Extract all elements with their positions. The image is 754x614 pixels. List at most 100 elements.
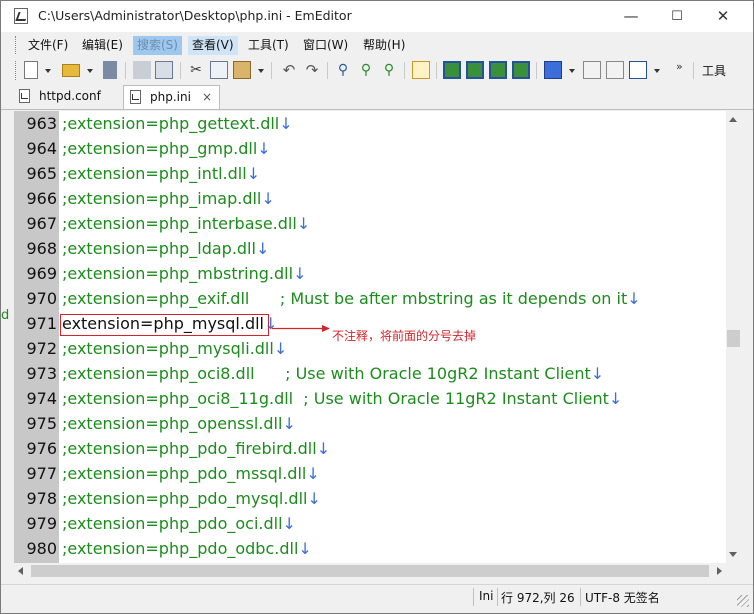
toolbar-export-icon[interactable] [512, 61, 530, 79]
line-text[interactable]: ;extension=php_pdo_odbc.dll↓ [62, 536, 312, 561]
menu-window[interactable]: 窗口(W) [299, 36, 352, 55]
macro-dropdown-icon[interactable] [569, 69, 575, 73]
undo-icon[interactable]: ↶ [280, 61, 298, 79]
menu-tools[interactable]: 工具(T) [244, 36, 293, 55]
paste-dropdown-icon[interactable] [258, 69, 264, 73]
minimize-button[interactable]: — [608, 1, 654, 32]
toolbar-overflow-icon[interactable]: » [676, 60, 683, 73]
menu-edit[interactable]: 编辑(E) [78, 36, 127, 55]
find-icon[interactable]: ⚲ [334, 61, 352, 79]
editor-line[interactable]: 980 ;extension=php_pdo_odbc.dll↓ [14, 536, 726, 561]
find-previous-icon[interactable]: ⚲ [380, 61, 398, 79]
status-file-mode[interactable]: Ini [479, 589, 493, 603]
line-text[interactable]: ;extension=php_intl.dll↓ [62, 161, 260, 186]
window-dropdown-icon[interactable] [654, 69, 660, 73]
menu-view[interactable]: 查看(V) [188, 36, 238, 55]
editor-line[interactable]: 977 ;extension=php_pdo_mssql.dll↓ [14, 461, 726, 486]
vertical-scrollbar[interactable] [726, 111, 741, 563]
editor-line[interactable]: 975 ;extension=php_openssl.dll↓ [14, 411, 726, 436]
editor-line[interactable]: 966 ;extension=php_imap.dll↓ [14, 186, 726, 211]
line-text[interactable]: ;extension=php_exif.dll ; Must be after … [62, 286, 641, 311]
open-folder-icon[interactable] [62, 64, 80, 77]
title-bar[interactable]: C:\Users\Administrator\Desktop\php.ini -… [1, 1, 753, 32]
record-macro-icon[interactable] [583, 61, 601, 79]
line-text[interactable]: ;extension=php_imap.dll↓ [62, 186, 275, 211]
run-macro-icon[interactable] [606, 61, 624, 79]
editor-line[interactable]: 974 ;extension=php_oci8_11g.dll ; Use wit… [14, 386, 726, 411]
save-icon[interactable] [103, 61, 117, 79]
paste-icon[interactable] [233, 61, 251, 79]
line-number: 979 [26, 514, 57, 533]
line-end-mark-icon: ↓ [293, 264, 307, 283]
editor-line[interactable]: 967 ;extension=php_interbase.dll↓ [14, 211, 726, 236]
editor-line[interactable]: 963 ;extension=php_gettext.dll↓ [14, 111, 726, 136]
scroll-down-icon[interactable] [729, 552, 737, 557]
line-text[interactable]: ;extension=php_interbase.dll↓ [62, 211, 310, 236]
maximize-button[interactable]: ☐ [654, 1, 700, 32]
line-text[interactable]: ;extension=php_ldap.dll↓ [62, 236, 269, 261]
editor-line[interactable]: 979 ;extension=php_pdo_oci.dll↓ [14, 511, 726, 536]
status-cursor-position[interactable]: 行 972,列 26 [501, 589, 575, 606]
editor-line[interactable]: 964 ;extension=php_gmp.dll↓ [14, 136, 726, 161]
editor-line[interactable]: 970 ;extension=php_exif.dll ; Must be aft… [14, 286, 726, 311]
toolbar-sync-icon[interactable] [489, 61, 507, 79]
line-end-mark-icon: ↓ [279, 114, 293, 133]
line-text[interactable]: ;extension=php_gettext.dll↓ [62, 111, 293, 136]
line-end-mark-icon: ↓ [298, 539, 312, 558]
editor-line[interactable]: 965 ;extension=php_intl.dll↓ [14, 161, 726, 186]
tools-toolbar-label[interactable]: 工具 [702, 62, 726, 79]
status-encoding[interactable]: UTF-8 无签名 [585, 589, 660, 606]
tab-php-ini[interactable]: php.ini × [123, 85, 220, 109]
toolbar-green-icon[interactable] [443, 61, 461, 79]
line-text[interactable]: ;extension=php_pdo_firebird.dll↓ [62, 436, 330, 461]
line-text[interactable]: ;extension=php_openssl.dll↓ [62, 411, 296, 436]
toolbar-grip[interactable] [15, 61, 19, 80]
line-end-mark-icon: ↓ [257, 139, 271, 158]
menu-search[interactable]: 搜索(S) [133, 36, 182, 55]
vertical-scroll-thumb[interactable] [727, 330, 740, 347]
horizontal-scrollbar[interactable] [14, 563, 726, 579]
copy-icon[interactable] [210, 61, 228, 79]
line-text[interactable]: ;extension=php_pdo_mssql.dll↓ [62, 461, 320, 486]
print-preview-icon[interactable] [155, 61, 173, 79]
cut-icon[interactable]: ✂ [187, 61, 205, 79]
scroll-up-icon[interactable] [729, 117, 737, 122]
line-text[interactable]: ;extension=php_oci8.dll ; Use with Oracl… [62, 361, 604, 386]
find-next-icon[interactable]: ⚲ [357, 61, 375, 79]
menu-help[interactable]: 帮助(H) [359, 36, 409, 55]
open-dropdown-icon[interactable] [87, 69, 93, 73]
new-file-dropdown-icon[interactable] [45, 69, 51, 73]
toolbar-refresh-icon[interactable] [466, 61, 484, 79]
line-text[interactable]: ;extension=php_pdo_oci.dll↓ [62, 511, 296, 536]
scroll-left-icon[interactable] [18, 567, 23, 575]
editor-line[interactable]: 969 ;extension=php_mbstring.dll↓ [14, 261, 726, 286]
line-text[interactable]: ;extension=php_gmp.dll↓ [62, 136, 271, 161]
horizontal-scroll-thumb[interactable] [31, 565, 709, 577]
new-file-icon[interactable] [24, 61, 38, 79]
editor-line[interactable]: 973 ;extension=php_oci8.dll ; Use with Or… [14, 361, 726, 386]
editor-line[interactable]: 976 ;extension=php_pdo_firebird.dll↓ [14, 436, 726, 461]
editor-line[interactable]: 968 ;extension=php_ldap.dll↓ [14, 236, 726, 261]
highlight-icon[interactable] [412, 61, 430, 79]
status-bar: Ini 行 972,列 26 UTF-8 无签名 [1, 584, 753, 611]
menu-grip[interactable] [15, 36, 19, 54]
print-icon[interactable] [133, 61, 151, 79]
window-icon[interactable] [629, 61, 647, 79]
line-code: ;extension=php_openssl.dll [62, 414, 283, 433]
line-text[interactable]: ;extension=php_mbstring.dll↓ [62, 261, 306, 286]
line-text[interactable]: ;extension=php_pdo_mysql.dll↓ [62, 486, 321, 511]
line-text[interactable]: ;extension=php_mysqli.dll↓ [62, 336, 287, 361]
scroll-right-icon[interactable] [717, 567, 722, 575]
tab-httpd-conf[interactable]: httpd.conf [13, 85, 117, 108]
close-tab-icon[interactable]: × [202, 86, 212, 109]
toolbar-separator [125, 62, 126, 79]
emeditor-app-icon[interactable] [14, 8, 28, 24]
line-text[interactable]: ;extension=php_oci8_11g.dll ; Use with O… [62, 386, 622, 411]
close-window-button[interactable]: ✕ [700, 1, 746, 32]
editor-line[interactable]: 978 ;extension=php_pdo_mysql.dll↓ [14, 486, 726, 511]
resize-grip-icon[interactable] [737, 595, 749, 607]
annotation-arrow [272, 325, 330, 332]
redo-icon[interactable]: ↷ [303, 61, 321, 79]
menu-file[interactable]: 文件(F) [24, 36, 72, 55]
macro-icon[interactable] [544, 61, 562, 79]
